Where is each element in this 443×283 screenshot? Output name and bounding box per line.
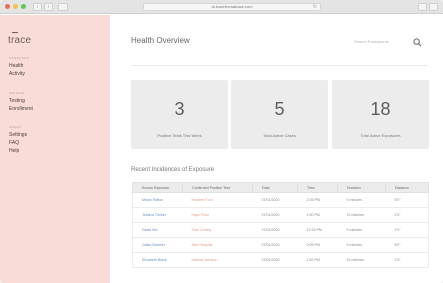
app-logo[interactable]: trace	[8, 35, 31, 46]
back-button[interactable]: ‹	[33, 3, 42, 11]
sidebar-section-header: MANAGE	[9, 91, 26, 95]
sidebar-item-health[interactable]: Health	[9, 62, 29, 70]
column-header-time[interactable]: Time	[297, 182, 338, 193]
browser-titlebar: ‹ › dr.tracefromatrace.com ↻	[0, 0, 443, 14]
toolbar-right	[418, 3, 438, 11]
close-window-button[interactable]	[5, 4, 10, 9]
stat-value: 18	[370, 99, 391, 119]
exposed-person-link[interactable]: Micah Patton	[132, 192, 183, 208]
maximize-window-button[interactable]	[21, 4, 26, 9]
duration-cell: 5 minutes	[337, 222, 386, 238]
browser-window: ‹ › dr.tracefromatrace.com ↻ trace OVERV…	[0, 0, 443, 283]
positive-person-link[interactable]: Heather Ford	[182, 192, 253, 208]
sidebar: trace OVERVIEW Health Activity MANAGE Te…	[0, 15, 110, 283]
exposed-person-link[interactable]: David Wu	[132, 222, 183, 238]
search-input[interactable]: Search Participants	[354, 39, 389, 44]
logo-mark-icon	[12, 32, 18, 33]
duration-cell: 5 minutes	[337, 237, 386, 253]
sidebar-item-settings[interactable]: Settings	[9, 131, 27, 139]
time-cell: 12:34 PM	[297, 222, 338, 238]
distance-cell: 5'0"	[385, 237, 429, 253]
table-header-row: Known Exposure Confirmed Positive Test D…	[132, 182, 429, 193]
table-row[interactable]: David Wu Sam Crosby 07/01/2020 12:34 PM …	[132, 222, 429, 238]
column-header-known-exposure[interactable]: Known Exposure	[132, 182, 183, 193]
positive-person-link[interactable]: Alex Huaylas	[182, 237, 253, 253]
sidebar-item-activity[interactable]: Activity	[9, 70, 29, 78]
sidebar-item-faq[interactable]: FAQ	[9, 139, 27, 147]
table-row[interactable]: Micah Patton Heather Ford 07/01/2020 2:0…	[132, 192, 429, 208]
exposed-person-link[interactable]: Julian Bahmer	[132, 237, 183, 253]
exposed-person-link[interactable]: Jessica Timber	[132, 207, 183, 223]
page-title: Health Overview	[131, 36, 190, 45]
url-text: dr.tracefromatrace.com	[211, 4, 253, 9]
date-cell: 07/01/2020	[252, 237, 298, 253]
column-header-distance[interactable]: Distance	[385, 182, 429, 193]
header-divider	[131, 65, 428, 66]
column-header-confirmed-positive[interactable]: Confirmed Positive Test	[182, 182, 253, 193]
main-content: Health Overview Search Participants 3 Po…	[110, 15, 443, 283]
column-header-duration[interactable]: Duration	[337, 182, 386, 193]
sidebar-toggle-icon[interactable]	[58, 3, 68, 11]
distance-cell: 2'4"	[385, 207, 429, 223]
forward-button[interactable]: ›	[44, 3, 53, 11]
sidebar-item-help[interactable]: Help	[9, 147, 27, 155]
window-controls	[5, 4, 26, 9]
time-cell: 1:52 PM	[297, 252, 338, 268]
stat-label: Total Active Exposures	[360, 133, 401, 138]
distance-cell: 2'0"	[385, 222, 429, 238]
column-header-date[interactable]: Date	[252, 182, 298, 193]
sidebar-section-manage: MANAGE Testing Enrollment	[9, 91, 33, 113]
date-cell: 07/01/2020	[252, 207, 298, 223]
tabs-icon[interactable]	[429, 3, 438, 11]
exposures-section-title: Recent Incidences of Exposure	[131, 167, 215, 173]
minimize-window-button[interactable]	[13, 4, 18, 9]
exposed-person-link[interactable]: Elizabeth Black	[132, 252, 183, 268]
distance-cell: 2'4"	[385, 252, 429, 268]
distance-cell: 5'0"	[385, 192, 429, 208]
exposures-table: Known Exposure Confirmed Positive Test D…	[132, 182, 429, 268]
reload-icon[interactable]: ↻	[313, 4, 317, 10]
duration-cell: 5 minutes	[337, 192, 386, 208]
date-cell: 07/01/2020	[252, 222, 298, 238]
duration-cell: 15 minutes	[337, 207, 386, 223]
sidebar-section-admin: ADMIN Settings FAQ Help	[9, 125, 27, 155]
sidebar-item-enrollment[interactable]: Enrollment	[9, 105, 33, 113]
sidebar-section-header: OVERVIEW	[9, 56, 30, 60]
date-cell: 07/01/2020	[252, 252, 298, 268]
positive-person-link[interactable]: Sam Crosby	[182, 222, 253, 238]
search-icon[interactable]	[413, 38, 422, 47]
table-row[interactable]: Jessica Timber Hays Pinto 07/01/2020 1:5…	[132, 207, 429, 223]
time-cell: 1:50 PM	[297, 207, 338, 223]
stat-card-active-cases[interactable]: 5 Total Active Cases	[231, 80, 328, 149]
share-icon[interactable]	[418, 3, 427, 11]
sidebar-item-testing[interactable]: Testing	[9, 97, 33, 105]
table-row[interactable]: Elizabeth Black Katrina Johnson 07/01/20…	[132, 252, 429, 268]
stat-card-active-exposures[interactable]: 18 Total Active Exposures	[332, 80, 429, 149]
address-bar[interactable]: dr.tracefromatrace.com ↻	[143, 3, 321, 11]
stat-value: 5	[274, 99, 285, 119]
positive-person-link[interactable]: Katrina Johnson	[182, 252, 253, 268]
sidebar-section-header: ADMIN	[9, 125, 22, 129]
stat-label: Total Active Cases	[263, 133, 296, 138]
time-cell: 2:05 PM	[297, 192, 338, 208]
stat-value: 3	[174, 99, 185, 119]
sidebar-section-overview: OVERVIEW Health Activity	[9, 56, 29, 78]
table-row[interactable]: Julian Bahmer Alex Huaylas 07/01/2020 2:…	[132, 237, 429, 253]
positive-person-link[interactable]: Hays Pinto	[182, 207, 253, 223]
time-cell: 2:05 PM	[297, 237, 338, 253]
duration-cell: 15 minutes	[337, 252, 386, 268]
date-cell: 07/01/2020	[252, 192, 298, 208]
stat-card-positive-tests[interactable]: 3 Positive Tests This Week	[131, 80, 228, 149]
stat-label: Positive Tests This Week	[157, 133, 202, 138]
history-controls: ‹ ›	[33, 3, 53, 11]
